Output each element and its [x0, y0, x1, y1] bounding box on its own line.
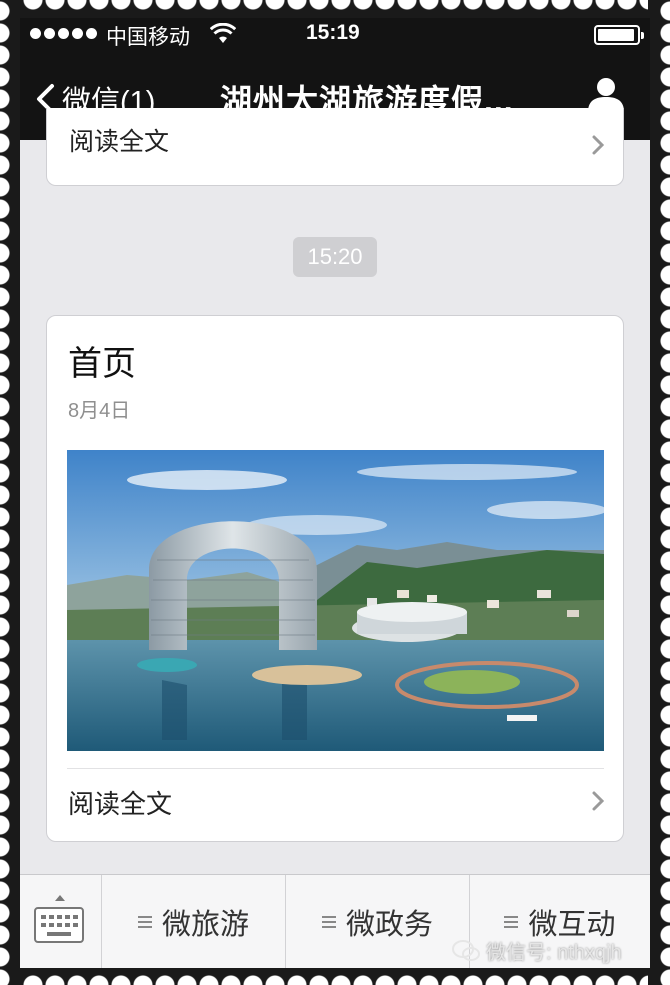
perforation-right — [648, 0, 670, 985]
perforation-left — [0, 0, 22, 985]
phone-screen: 中国移动 15:19 微信(1) 湖州太湖旅游度假... 阅读全文 15:20 … — [20, 18, 650, 968]
caret-up-icon — [55, 895, 65, 901]
menu-lines-icon — [321, 916, 336, 928]
read-more-link[interactable]: 阅读全文 — [69, 122, 169, 158]
wechat-logo-icon — [452, 939, 480, 961]
previous-article-card[interactable]: 阅读全文 — [46, 108, 624, 186]
status-bar: 中国移动 15:19 — [20, 18, 650, 50]
carrier-name: 中国移动 — [106, 26, 190, 49]
status-clock: 15:19 — [306, 21, 360, 44]
watermark: 微信号: nthxqjh — [452, 936, 622, 965]
article-card[interactable]: 首页 8月4日 阅读全文 — [46, 315, 624, 842]
menu-item-label: 微政务 — [345, 907, 433, 941]
keyboard-icon — [34, 907, 84, 943]
stamp-frame: 中国移动 15:19 微信(1) 湖州太湖旅游度假... 阅读全文 15:20 … — [0, 0, 670, 985]
read-more-link[interactable]: 阅读全文 — [68, 784, 172, 821]
article-date: 8月4日 — [68, 400, 131, 422]
watermark-text: 微信号: nthxqjh — [486, 942, 622, 964]
keyboard-toggle-button[interactable] — [20, 875, 102, 968]
menu-item-weizhengwu[interactable]: 微政务 — [286, 875, 470, 968]
battery-icon — [594, 25, 644, 45]
message-timestamp: 15:20 — [293, 237, 377, 277]
menu-item-weilvyou[interactable]: 微旅游 — [102, 875, 286, 968]
chevron-right-icon — [592, 791, 605, 811]
article-cover-image[interactable] — [67, 450, 604, 751]
menu-lines-icon — [137, 916, 152, 928]
wifi-icon — [210, 23, 236, 43]
chevron-right-icon — [592, 135, 605, 155]
menu-lines-icon — [504, 916, 519, 928]
article-title: 首页 — [68, 344, 136, 384]
menu-item-label: 微旅游 — [161, 907, 249, 941]
card-divider — [67, 768, 604, 769]
signal-strength-icon — [30, 28, 97, 39]
